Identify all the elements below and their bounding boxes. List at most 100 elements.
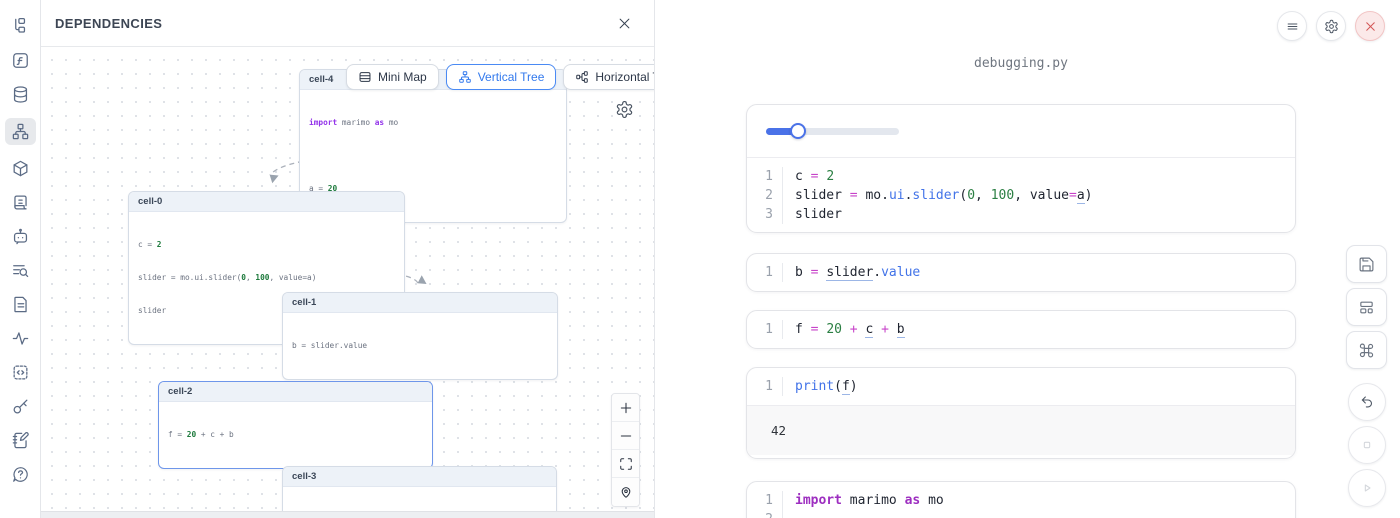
- dependencies-title: DEPENDENCIES: [55, 16, 162, 31]
- notebook-cell-slider[interactable]: 1c = 2 2slider = mo.ui.slider(0, 100, va…: [746, 104, 1296, 233]
- line-number: 2: [757, 510, 783, 518]
- packages-icon[interactable]: [7, 158, 34, 179]
- layout-icon: [1358, 299, 1375, 316]
- graph-settings-button[interactable]: [615, 100, 634, 122]
- stop-button[interactable]: [1348, 426, 1386, 464]
- code-line: slider: [783, 205, 842, 224]
- cell-code-editor[interactable]: 1f = 20 + c + b: [747, 311, 1295, 348]
- dependencies-header: DEPENDENCIES: [41, 0, 654, 47]
- zoom-in-button[interactable]: [612, 394, 639, 422]
- node-title: cell-3: [283, 467, 556, 487]
- node-code-line: f = 20 + c + b: [168, 429, 423, 440]
- icon-rail: [0, 0, 41, 518]
- code-line: print(f): [783, 377, 858, 396]
- graph-node-cell-1[interactable]: cell-1 b = slider.value: [282, 292, 558, 380]
- horizontal-tree-icon: [575, 70, 589, 84]
- close-icon: [1363, 19, 1378, 34]
- functions-icon[interactable]: [7, 50, 34, 71]
- run-button[interactable]: [1348, 469, 1386, 507]
- cell-code-editor[interactable]: 1b = slider.value: [747, 254, 1295, 291]
- code-line: import marimo as mo: [783, 491, 944, 510]
- code-line: c = 2: [783, 167, 834, 186]
- close-panel-button[interactable]: [612, 11, 636, 35]
- line-number: 1: [757, 491, 783, 510]
- scratchpad-icon[interactable]: [7, 430, 34, 451]
- command-icon: [1358, 342, 1375, 359]
- code-line: b = slider.value: [783, 263, 920, 282]
- line-number: 1: [757, 377, 783, 396]
- undo-button[interactable]: [1348, 383, 1386, 421]
- slider-handle[interactable]: [790, 123, 806, 139]
- line-number: 1: [757, 320, 783, 339]
- notebook-action-rail: [1346, 245, 1387, 507]
- node-code-line: b = slider.value: [292, 340, 548, 351]
- code-line: [783, 510, 803, 518]
- cell-code-editor[interactable]: 1import marimo as mo 2: [747, 482, 1295, 518]
- notebook-cell-print[interactable]: 1print(f) 42: [746, 367, 1296, 459]
- minus-icon: [619, 429, 633, 443]
- line-number: 3: [757, 205, 783, 224]
- node-title: cell-2: [159, 382, 432, 402]
- documentation-icon[interactable]: [7, 294, 34, 315]
- marimo-app: DEPENDENCIES: [0, 0, 1400, 518]
- zoom-out-button[interactable]: [612, 422, 639, 450]
- map-pin-icon: [619, 485, 633, 499]
- rows-icon: [358, 70, 372, 84]
- node-title: cell-1: [283, 293, 557, 313]
- notebook-top-buttons: [1277, 11, 1385, 41]
- save-button[interactable]: [1346, 245, 1387, 283]
- command-palette-button[interactable]: [1346, 331, 1387, 369]
- vertical-tree-icon: [458, 70, 472, 84]
- mini-map-button[interactable]: Mini Map: [346, 64, 439, 90]
- node-code-line: [309, 150, 557, 161]
- line-number: 1: [757, 167, 783, 186]
- code-line: f = 20 + c + b: [783, 320, 905, 339]
- close-icon: [617, 16, 632, 31]
- notebook-panel: debugging.py: [655, 0, 1400, 518]
- play-icon: [1359, 480, 1375, 496]
- center-selection-button[interactable]: [612, 478, 639, 506]
- undo-icon: [1359, 394, 1375, 410]
- zoom-controls: [611, 393, 640, 507]
- node-title: cell-0: [129, 192, 404, 212]
- cell-code-editor[interactable]: 1print(f): [747, 368, 1295, 406]
- notebook-menu-button[interactable]: [1277, 11, 1307, 41]
- menu-icon: [1285, 19, 1300, 34]
- dependency-graph-canvas[interactable]: cell-4 import marimo as mo a = 20 cell-0…: [41, 47, 654, 511]
- cell-output-area: [747, 105, 1295, 158]
- layout-select-button[interactable]: [1346, 288, 1387, 326]
- database-icon[interactable]: [7, 84, 34, 105]
- stop-icon: [1359, 437, 1375, 453]
- notebook-cell-import[interactable]: 1import marimo as mo 2: [746, 481, 1296, 518]
- maximize-icon: [619, 457, 633, 471]
- vertical-tree-button[interactable]: Vertical Tree: [446, 64, 557, 90]
- line-number: 2: [757, 186, 783, 205]
- graph-node-cell-3[interactable]: cell-3 print(f): [282, 466, 557, 511]
- save-icon: [1358, 256, 1375, 273]
- notebook-filename[interactable]: debugging.py: [746, 56, 1296, 71]
- gear-icon: [1324, 19, 1339, 34]
- slider-widget[interactable]: [766, 123, 899, 139]
- secrets-icon[interactable]: [7, 396, 34, 417]
- tracing-icon[interactable]: [7, 328, 34, 349]
- shutdown-button[interactable]: [1355, 11, 1385, 41]
- horizontal-tree-button[interactable]: Horizontal Tree: [563, 64, 654, 90]
- notebook-cell-b[interactable]: 1b = slider.value: [746, 253, 1296, 292]
- notebook-settings-button[interactable]: [1316, 11, 1346, 41]
- line-number: 1: [757, 263, 783, 282]
- fit-view-button[interactable]: [612, 450, 639, 478]
- dependency-graph-icon[interactable]: [5, 118, 36, 145]
- snippets-icon[interactable]: [7, 362, 34, 383]
- file-tree-icon[interactable]: [7, 16, 34, 37]
- graph-view-toolbar: Mini Map Vertical Tree Horizontal Tree: [346, 64, 654, 90]
- graph-node-cell-2[interactable]: cell-2 f = 20 + c + b: [158, 381, 433, 469]
- node-code-line: c = 2: [138, 239, 395, 250]
- ai-chat-icon[interactable]: [7, 226, 34, 247]
- dependencies-panel: DEPENDENCIES: [41, 0, 655, 518]
- help-icon[interactable]: [7, 464, 34, 485]
- outline-search-icon[interactable]: [7, 260, 34, 281]
- logs-icon[interactable]: [7, 192, 34, 213]
- cell-code-editor[interactable]: 1c = 2 2slider = mo.ui.slider(0, 100, va…: [747, 158, 1295, 233]
- notebook-cell-f[interactable]: 1f = 20 + c + b: [746, 310, 1296, 349]
- cell-output-text: 42: [747, 406, 1295, 455]
